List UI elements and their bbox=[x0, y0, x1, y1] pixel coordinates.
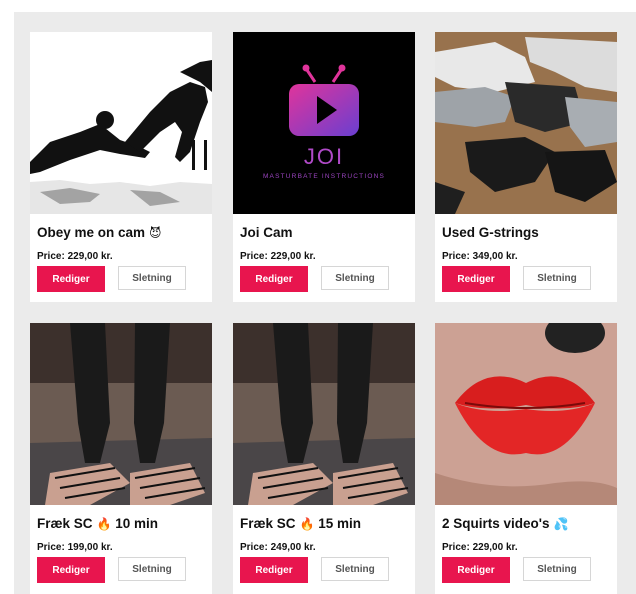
product-title[interactable]: Fræk SC 🔥 15 min bbox=[240, 515, 415, 533]
delete-button[interactable]: Sletning bbox=[523, 557, 591, 581]
delete-button[interactable]: Sletning bbox=[321, 266, 389, 290]
product-title[interactable]: Fræk SC 🔥 10 min bbox=[37, 515, 212, 533]
product-price: Price: 249,00 kr. bbox=[240, 542, 316, 553]
delete-button[interactable]: Sletning bbox=[118, 266, 186, 290]
product-price: Price: 229,00 kr. bbox=[442, 542, 518, 553]
fire-emoji-icon: 🔥 bbox=[96, 517, 112, 531]
product-card: JOI MASTURBATE INSTRUCTIONS Joi Cam Pric… bbox=[233, 32, 415, 302]
product-title[interactable]: 2 Squirts video's 💦 bbox=[442, 515, 617, 533]
product-thumbnail[interactable] bbox=[233, 323, 415, 505]
product-price: Price: 229,00 kr. bbox=[37, 251, 113, 262]
product-card: Used G-strings Price: 349,00 kr. Rediger… bbox=[435, 32, 617, 302]
product-card: 2 Squirts video's 💦 Price: 229,00 kr. Red… bbox=[435, 323, 617, 594]
joi-brand-text: JOI bbox=[304, 144, 344, 169]
product-title[interactable]: Obey me on cam 😈 bbox=[37, 224, 212, 242]
product-title[interactable]: Joi Cam bbox=[240, 224, 415, 242]
product-price: Price: 349,00 kr. bbox=[442, 251, 518, 262]
product-thumbnail[interactable] bbox=[30, 323, 212, 505]
edit-button[interactable]: Rediger bbox=[240, 557, 308, 583]
delete-button[interactable]: Sletning bbox=[321, 557, 389, 581]
edit-button[interactable]: Rediger bbox=[37, 266, 105, 292]
product-price: Price: 229,00 kr. bbox=[240, 251, 316, 262]
product-card: Fræk SC 🔥 10 min Price: 199,00 kr. Redige… bbox=[30, 323, 212, 594]
devil-emoji-icon: 😈 bbox=[149, 226, 162, 240]
product-thumbnail[interactable] bbox=[435, 32, 617, 214]
delete-button[interactable]: Sletning bbox=[523, 266, 591, 290]
product-card: Fræk SC 🔥 15 min Price: 249,00 kr. Redige… bbox=[233, 323, 415, 594]
edit-button[interactable]: Rediger bbox=[442, 557, 510, 583]
edit-button[interactable]: Rediger bbox=[240, 266, 308, 292]
joi-tagline-text: MASTURBATE INSTRUCTIONS bbox=[263, 173, 385, 180]
product-title[interactable]: Used G-strings bbox=[442, 224, 617, 242]
product-thumbnail[interactable] bbox=[435, 323, 617, 505]
delete-button[interactable]: Sletning bbox=[118, 557, 186, 581]
product-price: Price: 199,00 kr. bbox=[37, 542, 113, 553]
edit-button[interactable]: Rediger bbox=[37, 557, 105, 583]
product-card: Obey me on cam 😈 Price: 229,00 kr. Redige… bbox=[30, 32, 212, 302]
droplets-emoji-icon: 💦 bbox=[553, 517, 569, 531]
fire-emoji-icon: 🔥 bbox=[299, 517, 315, 531]
product-thumbnail[interactable] bbox=[30, 32, 212, 214]
product-grid: Obey me on cam 😈 Price: 229,00 kr. Redige… bbox=[14, 12, 636, 594]
edit-button[interactable]: Rediger bbox=[442, 266, 510, 292]
product-thumbnail[interactable]: JOI MASTURBATE INSTRUCTIONS bbox=[233, 32, 415, 214]
